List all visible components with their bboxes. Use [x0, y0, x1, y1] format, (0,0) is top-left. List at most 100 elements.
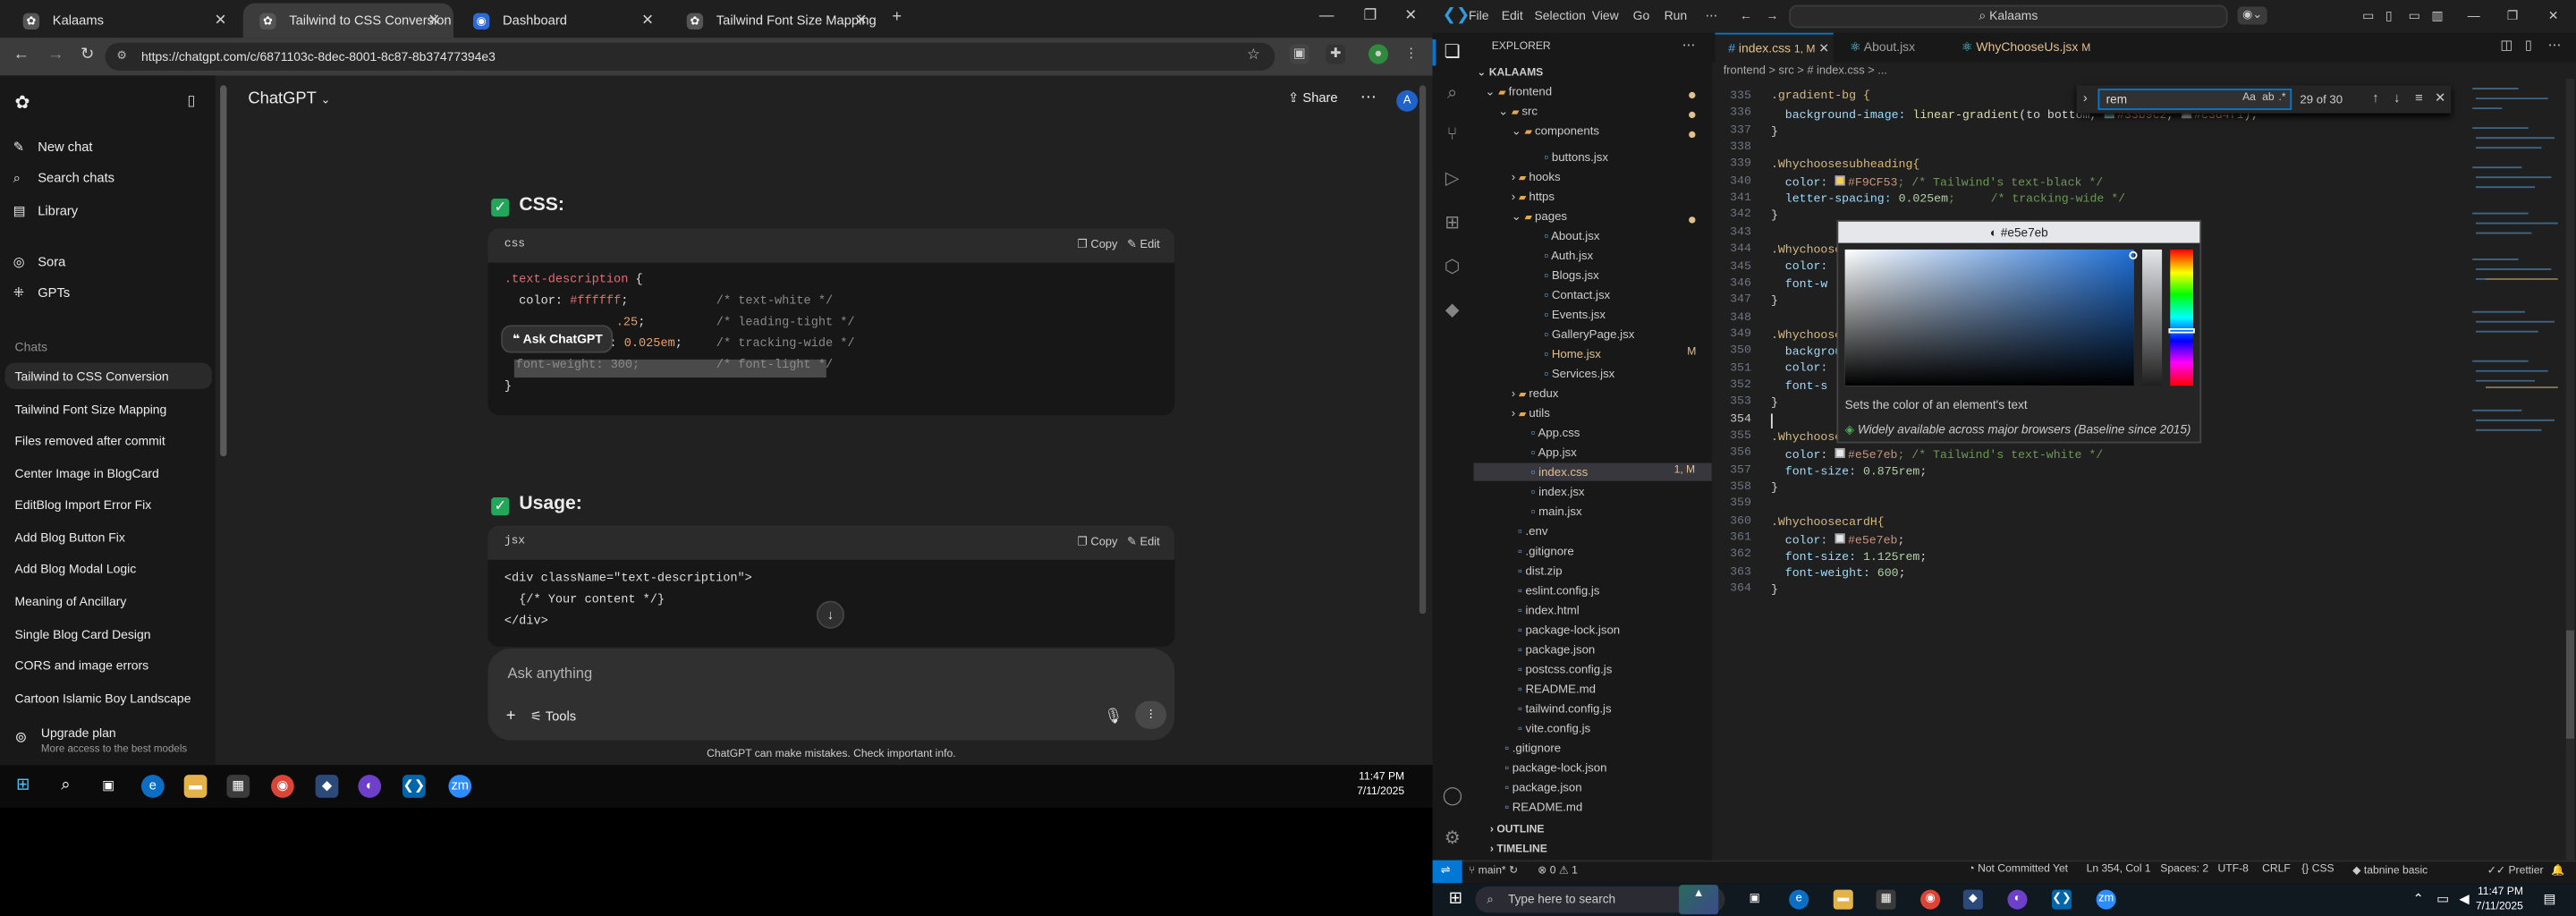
tree-file[interactable]: ▫ package-lock.json [1504, 760, 1606, 776]
color-swatch[interactable] [1835, 175, 1845, 186]
sidebar-toggle-icon[interactable]: ▯ [187, 92, 195, 110]
zoom-icon[interactable]: zm [2096, 889, 2116, 910]
tree-folder[interactable]: › ▰ redux [1512, 386, 1559, 401]
line-endings[interactable]: CRLF [2262, 863, 2291, 875]
more-actions-icon[interactable]: ⋯ [2548, 38, 2562, 53]
chat-item[interactable]: Add Blog Modal Logic [15, 562, 137, 577]
tree-file[interactable]: ▫ package-lock.json [1518, 623, 1620, 638]
search-icon[interactable]: ⌕ [1443, 84, 1462, 104]
address-bar[interactable]: ⚙ https://chatgpt.com/c/6871103c-8dec-80… [105, 42, 1275, 71]
tree-file[interactable]: ▫ Blogs.jsx [1544, 267, 1598, 283]
tree-file[interactable]: ▫ .gitignore [1518, 543, 1574, 558]
sidebar-scrollbar[interactable] [220, 85, 227, 457]
find-in-selection-icon[interactable]: ≡ [2415, 90, 2423, 106]
message-input[interactable]: Ask anything [508, 665, 593, 681]
code-line[interactable]: } [1771, 397, 1778, 411]
code-line[interactable]: color: [1771, 363, 1835, 377]
customize-layout-icon[interactable]: ▥ [2431, 8, 2443, 23]
close-icon[interactable]: ✕ [215, 12, 227, 30]
message-composer[interactable] [487, 648, 1175, 741]
code-line[interactable]: font-s [1771, 381, 1828, 394]
file-explorer-icon[interactable]: ▬ [1833, 889, 1853, 910]
code-line[interactable]: .Whychoosesubheading{ [1771, 159, 1919, 173]
more-menu-icon[interactable]: ⋮ [1402, 45, 1421, 64]
tree-folder[interactable]: ⌄ ▰ pages [1512, 208, 1567, 224]
task-view-icon[interactable]: ▣ [97, 775, 120, 798]
tree-folder[interactable]: › ▰ https [1512, 189, 1555, 204]
tree-file[interactable]: ▫ postcss.config.js [1518, 662, 1612, 677]
main-scrollbar[interactable] [1419, 85, 1427, 615]
back-icon[interactable]: ← [1740, 8, 1752, 23]
code-line[interactable]: } [1771, 483, 1778, 496]
color-swatch[interactable] [1835, 447, 1845, 458]
tree-file[interactable]: ▫ README.md [1504, 800, 1582, 815]
minimap[interactable] [2470, 82, 2565, 460]
code-line[interactable]: .Whychoose [1771, 432, 1842, 445]
model-selector[interactable]: ChatGPT ⌄ [248, 90, 330, 108]
tree-file[interactable]: ▫ package.json [1504, 780, 1581, 795]
previous-match-icon[interactable]: ↑ [2372, 90, 2378, 106]
close-icon[interactable]: ✕ [428, 12, 440, 30]
code-line[interactable]: } [1771, 584, 1778, 598]
sidebar-item-search-chats[interactable]: ⌕ Search chats [13, 171, 114, 187]
profile-avatar-icon[interactable]: ● [1368, 44, 1389, 64]
tree-file[interactable]: ▫ Services.jsx [1544, 366, 1614, 381]
tree-file[interactable]: ▫ dist.zip [1518, 563, 1562, 578]
copy-button[interactable]: ❐ Copy [1077, 240, 1117, 251]
regex-icon[interactable]: .* [2279, 92, 2286, 104]
split-editor-icon[interactable]: ◫ [2500, 38, 2512, 53]
tree-file[interactable]: ▫ index.css [1531, 464, 1588, 479]
zoom-icon[interactable]: zm [448, 775, 472, 798]
close-icon[interactable]: ✕ [855, 12, 868, 30]
close-icon[interactable]: ✕ [1818, 41, 1829, 56]
split-icon[interactable]: ▯ [2525, 38, 2532, 53]
color-swatch[interactable] [1835, 533, 1845, 544]
editor-scrollbar[interactable] [2565, 79, 2575, 861]
toggle-panel-icon[interactable]: ▭ [2409, 8, 2420, 23]
timeline-section[interactable]: › TIMELINE [1490, 844, 1547, 855]
microphone-icon[interactable]: 🎙 [1104, 708, 1123, 725]
code-line[interactable]: font-weight: 600; [1771, 568, 1906, 581]
code-line[interactable]: } [1771, 126, 1778, 140]
tray-chevron-icon[interactable]: ⌃ [2409, 890, 2428, 910]
extension-icon[interactable]: ▣ [1289, 44, 1309, 64]
outline-section[interactable]: › OUTLINE [1490, 824, 1545, 835]
chrome-icon[interactable]: ◉ [1920, 889, 1941, 910]
editor-scroll-thumb[interactable] [2565, 630, 2575, 739]
code-line[interactable]: .Whychoose [1771, 330, 1842, 344]
chat-item[interactable]: Meaning of Ancillary [15, 594, 127, 609]
run-debug-icon[interactable]: ▷ [1443, 169, 1462, 189]
menu-edit[interactable]: Edit [1502, 8, 1523, 23]
settings-gear-icon[interactable]: ⚙ [1443, 829, 1462, 849]
widget-image-icon[interactable]: ▲ [1679, 885, 1719, 915]
copilot-icon[interactable]: ◉⌄ [2237, 6, 2267, 25]
tree-file[interactable]: ▫ main.jsx [1531, 504, 1582, 519]
sidebar-item-library[interactable]: ▤ Library [13, 204, 78, 219]
code-line[interactable]: .Whychoose [1771, 244, 1842, 258]
toggle-sidebar-icon[interactable]: ▯ [2385, 8, 2393, 23]
whole-word-icon[interactable]: ab [2262, 92, 2274, 104]
saturation-box[interactable] [1844, 249, 2134, 386]
forward-icon[interactable]: → [1766, 8, 1778, 23]
chat-item[interactable]: Cartoon Islamic Boy Landscape [15, 691, 191, 707]
menu-go[interactable]: Go [1633, 8, 1650, 23]
chat-item[interactable]: Add Blog Button Fix [15, 530, 125, 546]
hue-handle[interactable] [2168, 328, 2195, 334]
vscode-icon[interactable]: ❮❯ [2052, 889, 2072, 910]
indentation[interactable]: Spaces: 2 [2160, 863, 2208, 875]
scroll-down-button[interactable]: ↓ [816, 600, 845, 629]
windows-start-icon[interactable]: ⊞ [12, 775, 35, 798]
extensions-icon[interactable]: ⊞ [1443, 214, 1462, 233]
remote-icon[interactable]: ⬡ [1443, 258, 1462, 277]
code-line[interactable]: font-size: 1.125rem; [1771, 552, 1928, 565]
file-explorer-icon[interactable]: ▬ [183, 775, 208, 798]
problems-status[interactable]: ⊗ 0 ⚠ 1 [1538, 863, 1578, 877]
menu-selection[interactable]: Selection [1534, 8, 1585, 23]
code-line[interactable]: backgrou [1771, 346, 1842, 360]
tree-folder[interactable]: ⌄ ▰ src [1498, 104, 1538, 119]
forward-icon[interactable]: → [47, 46, 64, 64]
menu-file[interactable]: File [1469, 8, 1488, 23]
tree-file[interactable]: ▫ .gitignore [1504, 741, 1561, 756]
chevron-right-icon[interactable]: › [2083, 90, 2088, 106]
close-window-icon[interactable]: ✕ [1404, 6, 1417, 24]
